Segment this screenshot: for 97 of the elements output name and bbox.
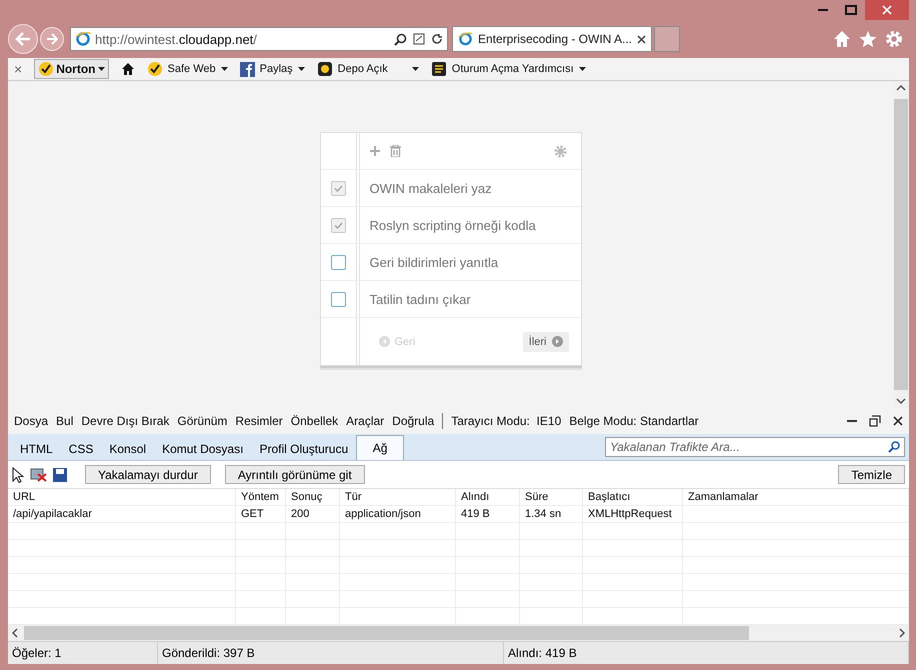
mode-menu[interactable]: Tarayıcı Modu: IE10 xyxy=(451,414,562,428)
search-icon[interactable] xyxy=(888,441,900,453)
horizontal-scrollbar[interactable] xyxy=(8,625,909,641)
stop-capture-button[interactable]: Yakalamayı durdur xyxy=(85,465,211,484)
url-text: http://owintest.cloudapp.net/ xyxy=(95,32,257,46)
checkmark-icon xyxy=(334,222,342,228)
column-header[interactable]: Sonuç xyxy=(286,489,340,506)
next-button[interactable]: İleri xyxy=(522,332,568,352)
checkbox[interactable] xyxy=(330,218,346,232)
home-icon[interactable] xyxy=(120,62,135,76)
column-header[interactable]: Tür xyxy=(340,489,456,506)
column-header[interactable]: Süre xyxy=(520,489,583,506)
menu-item[interactable]: Doğrula xyxy=(392,414,434,428)
close-toolbar-button[interactable]: × xyxy=(14,61,22,77)
close-icon[interactable] xyxy=(893,416,903,426)
minimize-icon xyxy=(818,9,828,11)
menu-item[interactable]: Araçlar xyxy=(346,414,384,428)
menu-item[interactable]: Önbellek xyxy=(290,414,338,428)
close-icon[interactable] xyxy=(637,34,646,44)
save-icon[interactable] xyxy=(53,468,67,482)
checkbox[interactable] xyxy=(330,254,346,270)
list-icon xyxy=(430,61,447,77)
checkbox[interactable] xyxy=(330,292,346,306)
todo-text: Geri bildirimleri yanıtla xyxy=(370,254,498,270)
address-bar[interactable]: http://owintest.cloudapp.net/ xyxy=(70,27,448,51)
menu-item[interactable]: Devre Dışı Bırak xyxy=(81,414,170,428)
menu-item[interactable]: Görünüm xyxy=(177,414,228,428)
share-button[interactable]: Paylaş xyxy=(240,62,305,76)
status-text: Öğeler: 1 xyxy=(12,646,62,660)
devtools-tab[interactable]: Profil Oluşturucu xyxy=(251,438,356,460)
search-icon[interactable] xyxy=(394,32,407,46)
safe-icon xyxy=(316,61,333,77)
check-icon xyxy=(38,61,54,77)
forward-button[interactable] xyxy=(40,27,64,51)
table-cell: 200 xyxy=(286,506,340,523)
arrow-left-icon xyxy=(15,32,31,46)
scroll-down-icon[interactable] xyxy=(896,398,906,404)
caret-icon[interactable] xyxy=(98,67,105,71)
table-cell: application/json xyxy=(340,506,456,523)
scroll-right-icon[interactable] xyxy=(899,628,905,638)
vault-button[interactable]: Depo Açık xyxy=(316,61,419,77)
scroll-up-icon[interactable] xyxy=(896,85,906,91)
safe-web-button[interactable]: Safe Web xyxy=(146,61,228,77)
arrow-left-icon xyxy=(378,336,390,347)
norton-button[interactable]: Norton xyxy=(34,59,109,79)
close-button[interactable] xyxy=(865,0,909,20)
caret-icon[interactable] xyxy=(412,67,419,71)
detail-view-button[interactable]: Ayrıntılı görünüme git xyxy=(224,465,365,484)
clear-button[interactable]: Temizle xyxy=(838,465,905,484)
devtools-tab[interactable]: Komut Dosyası xyxy=(154,438,252,460)
star-icon[interactable] xyxy=(859,30,877,48)
checkmark-icon xyxy=(334,184,342,192)
vertical-scrollbar[interactable] xyxy=(893,81,909,408)
column-header[interactable]: Zamanlamalar xyxy=(683,489,909,506)
table-cell: 1.34 sn xyxy=(520,506,583,523)
todo-text: OWIN makaleleri yaz xyxy=(370,180,492,196)
column-header[interactable]: Başlatıcı xyxy=(583,489,683,506)
devtools-tab[interactable]: HTML xyxy=(12,438,61,460)
tab-title: Enterprisecoding - OWIN A... xyxy=(478,32,632,46)
maximize-icon xyxy=(845,5,857,15)
table-cell: /api/yapilacaklar xyxy=(8,506,236,523)
devtools-tab[interactable]: Konsol xyxy=(101,438,154,460)
table-cell: 419 B xyxy=(456,506,520,523)
caret-icon[interactable] xyxy=(298,67,305,71)
scroll-left-icon[interactable] xyxy=(12,628,18,638)
todo-text: Tatilin tadını çıkar xyxy=(370,292,471,306)
column-header[interactable]: URL xyxy=(8,489,236,506)
restore-icon[interactable] xyxy=(869,415,881,427)
facebook-icon xyxy=(240,62,255,76)
table-cell: GET xyxy=(236,506,286,523)
refresh-icon[interactable] xyxy=(431,33,443,45)
cursor-icon[interactable] xyxy=(12,466,24,482)
arrow-right-icon xyxy=(46,33,58,45)
arrow-right-icon xyxy=(552,336,562,347)
compatibility-icon[interactable] xyxy=(413,33,425,45)
caret-icon[interactable] xyxy=(578,67,586,71)
menu-item[interactable]: Bul xyxy=(56,414,74,428)
column-header[interactable]: Alındı xyxy=(456,489,520,506)
devtools-tab[interactable]: Ağ xyxy=(356,435,404,460)
table-cell: XMLHttpRequest xyxy=(583,506,683,523)
devtools-tab[interactable]: CSS xyxy=(60,438,102,460)
search-field[interactable]: Yakalanan Trafikte Ara... xyxy=(605,437,905,457)
login-assistant-button[interactable]: Oturum Açma Yardımcısı xyxy=(430,61,586,77)
check-icon xyxy=(146,61,163,77)
menu-item[interactable]: Resimler xyxy=(235,414,283,428)
close-icon xyxy=(882,5,892,15)
caret-icon[interactable] xyxy=(220,67,228,71)
back-button[interactable] xyxy=(8,24,38,54)
todo-text: Roslyn scripting örneği kodla xyxy=(370,218,536,232)
menu-item[interactable]: Dosya xyxy=(14,414,48,428)
clear-cache-icon[interactable] xyxy=(30,467,47,482)
column-header[interactable]: Yöntem xyxy=(236,489,286,506)
mode-menu[interactable]: Belge Modu: Standartlar xyxy=(569,414,699,428)
status-text: Gönderildi: 397 B xyxy=(162,646,255,660)
checkbox[interactable] xyxy=(330,180,346,196)
status-text: Alındı: 419 B xyxy=(508,646,577,660)
browser-tab[interactable]: Enterprisecoding - OWIN A... xyxy=(452,26,652,52)
